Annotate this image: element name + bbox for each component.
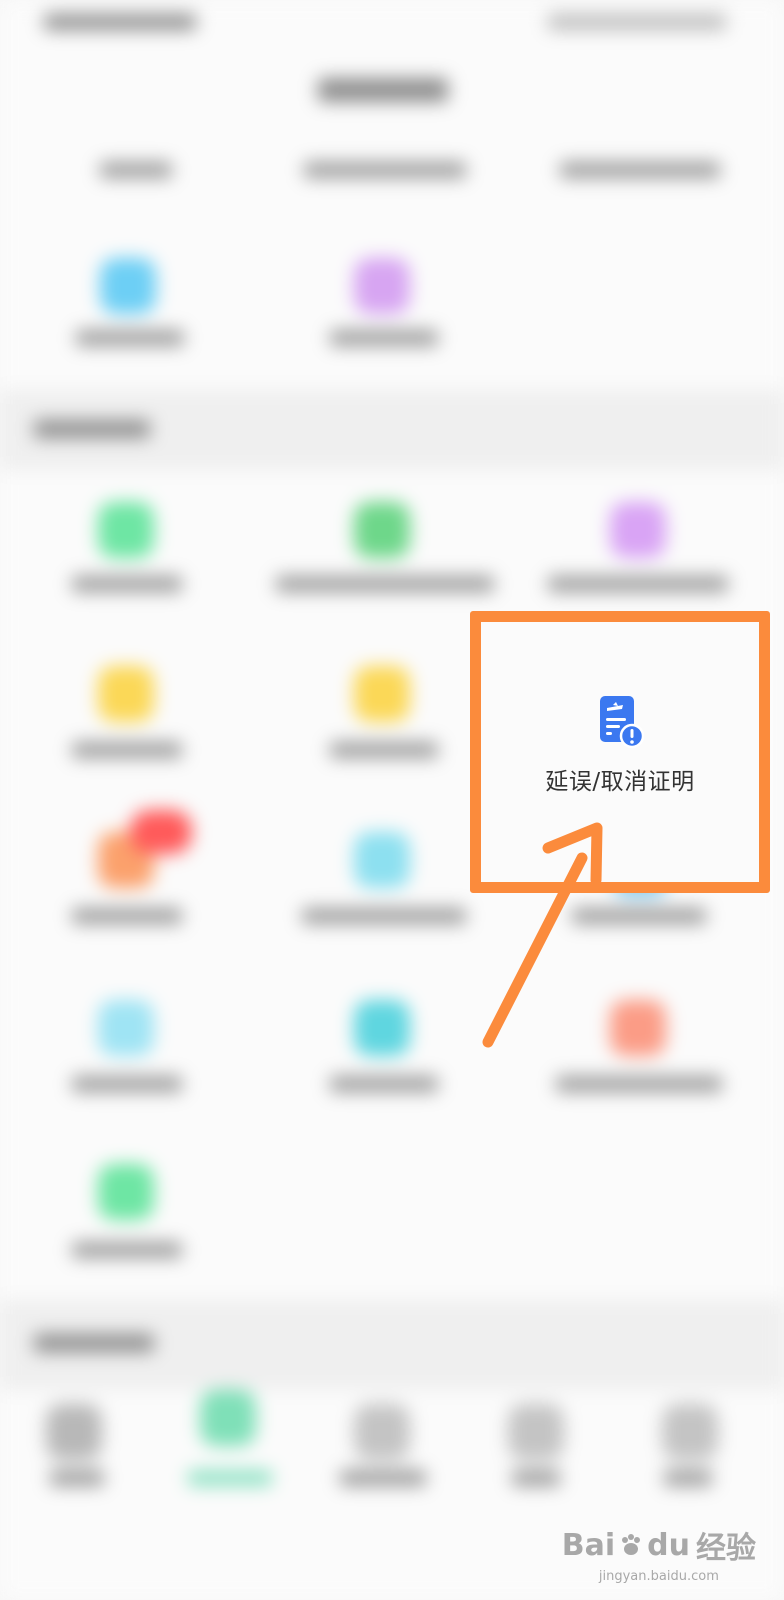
bottom-label <box>50 1470 104 1486</box>
watermark-url: jingyan.baidu.com <box>598 1569 719 1584</box>
flight-delay-certificate-icon <box>600 696 644 749</box>
bottom-icon[interactable] <box>662 1404 718 1460</box>
service-icon[interactable] <box>98 666 154 722</box>
section-header <box>0 390 784 470</box>
baidu-jingyan-watermark: Bai du 经验 jingyan.baidu.com <box>561 1523 756 1585</box>
bottom-label <box>188 1470 272 1486</box>
menu-label <box>100 162 172 178</box>
service-icon[interactable] <box>354 1000 410 1056</box>
service-label <box>72 908 182 924</box>
section-title <box>34 420 150 438</box>
status-bar-left <box>44 14 196 30</box>
service-label <box>72 742 182 758</box>
status-bar-right <box>548 14 726 30</box>
service-icon[interactable] <box>354 832 410 888</box>
delay-cancel-certificate-item[interactable]: 延误/取消证明 <box>481 694 759 796</box>
bottom-icon[interactable] <box>46 1404 102 1460</box>
service-label <box>548 576 728 592</box>
service-icon[interactable] <box>98 1000 154 1056</box>
service-label <box>72 576 182 592</box>
baidu-paw-icon <box>622 1534 641 1555</box>
service-icon[interactable] <box>354 502 410 558</box>
bottom-label <box>512 1470 560 1486</box>
delay-cancel-certificate-label: 延误/取消证明 <box>545 769 695 795</box>
service-label <box>302 908 466 924</box>
badge-icon <box>130 810 192 854</box>
bottom-icon[interactable] <box>508 1404 564 1460</box>
bottom-icon[interactable] <box>354 1404 410 1460</box>
service-label <box>276 576 494 592</box>
service-icon[interactable] <box>354 666 410 722</box>
service-icon[interactable] <box>98 502 154 558</box>
screen-title <box>318 78 448 102</box>
service-label <box>330 1076 438 1092</box>
service-icon[interactable] <box>610 502 666 558</box>
top-section <box>0 0 784 390</box>
menu-label <box>560 162 720 178</box>
menu-label <box>304 162 466 178</box>
highlight-frame: 延误/取消证明 <box>470 611 770 893</box>
service-icon[interactable] <box>610 1000 666 1056</box>
service-icon[interactable] <box>100 258 156 314</box>
section-title <box>34 1334 154 1352</box>
watermark-brand-left: Bai <box>561 1527 616 1563</box>
bottom-icon[interactable] <box>200 1390 256 1446</box>
service-label <box>76 330 184 346</box>
bottom-label <box>340 1470 426 1486</box>
service-icon[interactable] <box>354 258 410 314</box>
service-label <box>72 1076 182 1092</box>
service-label <box>572 908 706 924</box>
service-label <box>72 1242 182 1258</box>
watermark-brand-right: du <box>647 1527 690 1563</box>
service-icon[interactable] <box>98 1164 154 1220</box>
service-label <box>330 330 438 346</box>
service-label <box>330 742 438 758</box>
bottom-label <box>664 1470 712 1486</box>
section-header <box>0 1300 784 1390</box>
watermark-brand-cn: 经验 <box>696 1531 756 1566</box>
service-label <box>556 1076 722 1092</box>
